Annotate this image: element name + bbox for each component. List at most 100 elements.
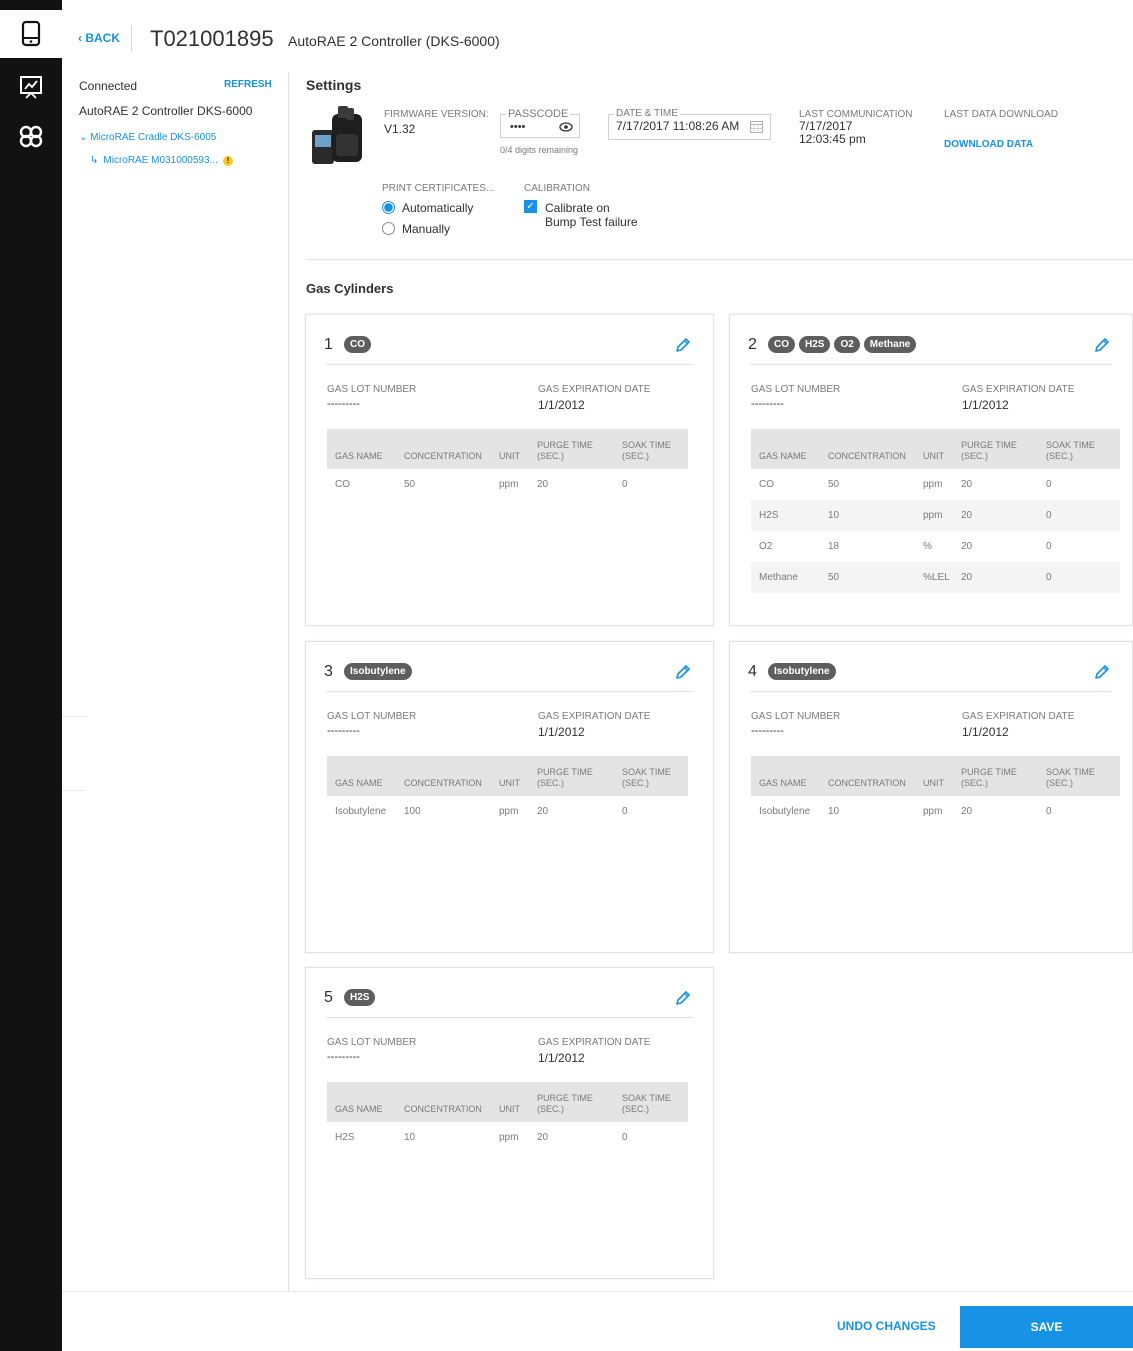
edit-pencil-icon[interactable]: [1094, 337, 1110, 353]
gas-expiration-label: GAS EXPIRATION DATE: [962, 711, 1075, 722]
col-purge-time: PURGE TIME (SEC.): [529, 429, 614, 469]
table-cell: Isobutylene: [335, 806, 387, 817]
table-header-row: GAS NAME CONCENTRATION UNIT PURGE TIME (SEC.…: [327, 429, 688, 469]
eye-icon[interactable]: [559, 122, 573, 132]
datetime-input[interactable]: 7/17/2017 11:08:26 AM: [616, 119, 739, 133]
table-row: H2S 10 ppm 20 0: [327, 1122, 688, 1153]
back-button[interactable]: ‹ BACK: [78, 31, 120, 45]
gas-lot-label: GAS LOT NUMBER: [751, 384, 841, 395]
gas-table: GAS NAME CONCENTRATION UNIT PURGE TIME (SEC.…: [327, 1082, 688, 1153]
calibrate-checkbox[interactable]: ✓: [524, 200, 537, 213]
table-cell: ppm: [923, 806, 943, 817]
tree-item-cradle[interactable]: ⌄ MicroRAE Cradle DKS-6005: [79, 132, 216, 143]
col-soak-time-line1: SOAK TIME: [622, 440, 671, 450]
header-divider: [131, 26, 132, 52]
table-cell: 0: [1038, 500, 1120, 531]
col-soak-time: SOAK TIME (SEC.): [1038, 429, 1120, 469]
checkmark-icon: ✓: [526, 201, 535, 212]
warning-icon: !: [222, 155, 233, 166]
table-header-row: GAS NAME CONCENTRATION UNIT PURGE TIME (SEC.…: [327, 1082, 688, 1122]
gas-lot-label: GAS LOT NUMBER: [327, 384, 417, 395]
radio-automatically[interactable]: [382, 201, 395, 214]
gas-table: GAS NAME CONCENTRATION UNIT PURGE TIME (SEC.…: [327, 429, 688, 500]
col-purge-time-line2: (SEC.): [537, 1104, 564, 1114]
nav-reports-button[interactable]: [0, 63, 62, 111]
col-purge-time-line1: PURGE TIME: [537, 1093, 593, 1103]
cylinder-number: 4: [748, 663, 757, 680]
col-soak-time-line1: SOAK TIME: [1046, 440, 1095, 450]
save-button[interactable]: SAVE: [960, 1306, 1133, 1348]
firmware-label: FIRMWARE VERSION:: [384, 109, 489, 120]
nav-groups-button[interactable]: [0, 112, 62, 160]
table-row: Isobutylene 10 ppm 20 0: [751, 796, 1120, 827]
col-purge-time: PURGE TIME (SEC.): [529, 756, 614, 796]
edit-pencil-icon[interactable]: [1094, 664, 1110, 680]
gas-lot-value: ---------: [327, 725, 360, 737]
col-purge-time-line2: (SEC.): [961, 778, 988, 788]
gas-cylinder-card: 5 H2S GAS LOT NUMBER --------- GAS EXPIRATIO…: [305, 967, 714, 1279]
table-cell: ppm: [499, 1132, 519, 1143]
col-soak-time-line2: (SEC.): [1046, 451, 1073, 461]
col-purge-time: PURGE TIME (SEC.): [529, 1082, 614, 1122]
gas-table: GAS NAME CONCENTRATION UNIT PURGE TIME (SEC.…: [327, 756, 688, 827]
table-cell: 0: [1046, 806, 1052, 817]
device-serial: T021001895: [150, 26, 274, 51]
gas-chip-list: H2S: [344, 989, 376, 1006]
table-cell: H2S: [751, 500, 820, 531]
gas-expiration-value: 1/1/2012: [962, 725, 1009, 739]
table-row: CO 50 ppm 20 0: [327, 469, 688, 500]
gas-lot-value: ---------: [327, 1051, 360, 1063]
col-unit: UNIT: [491, 429, 529, 469]
calendar-icon[interactable]: [750, 120, 763, 133]
col-unit: UNIT: [491, 1082, 529, 1122]
table-cell: O2: [759, 541, 773, 552]
undo-changes-button[interactable]: UNDO CHANGES: [837, 1319, 936, 1333]
presentation-chart-icon: [20, 76, 42, 99]
col-soak-time-line1: SOAK TIME: [622, 767, 671, 777]
gas-expiration-value: 1/1/2012: [538, 725, 585, 739]
edit-pencil-icon[interactable]: [675, 337, 691, 353]
nav-device-button[interactable]: [0, 10, 62, 58]
gas-table: GAS NAME CONCENTRATION UNIT PURGE TIME (SEC.…: [751, 429, 1120, 593]
table-cell: Methane: [751, 562, 820, 593]
edit-pencil-icon[interactable]: [675, 990, 691, 1006]
refresh-button[interactable]: REFRESH: [224, 79, 272, 90]
header-bar: ‹ BACK T021001895 AutoRAE 2 Controller (…: [62, 0, 1133, 72]
gas-chip-list: Isobutylene: [768, 663, 836, 680]
table-cell: 50: [820, 562, 915, 593]
gas-cylinder-card: 1 CO GAS LOT NUMBER --------- GAS EXPIRATION…: [305, 314, 714, 626]
card-divider: [326, 364, 693, 365]
divider: [62, 716, 86, 717]
col-concentration: CONCENTRATION: [396, 1082, 491, 1122]
col-concentration: CONCENTRATION: [820, 756, 915, 796]
tree-item-instrument[interactable]: ↳ MicroRAE M031000593... !: [90, 155, 233, 166]
calibrate-label-line2: Bump Test failure: [545, 215, 638, 229]
gas-lot-value: ---------: [327, 398, 360, 410]
gas-chip-list: CO: [344, 336, 371, 353]
device-image: [312, 106, 362, 164]
gas-lot-value: ---------: [751, 398, 784, 410]
table-cell: %: [923, 541, 932, 552]
last-download-label: LAST DATA DOWNLOAD: [944, 109, 1058, 120]
passcode-input[interactable]: ••••: [510, 121, 525, 133]
radio-manually[interactable]: [382, 222, 395, 235]
table-cell: H2S: [335, 1132, 355, 1143]
gas-expiration-value: 1/1/2012: [962, 398, 1009, 412]
device-name: AutoRAE 2 Controller (DKS-6000): [288, 33, 500, 49]
gas-lot-label: GAS LOT NUMBER: [751, 711, 841, 722]
col-soak-time: SOAK TIME (SEC.): [614, 429, 688, 469]
col-unit: UNIT: [915, 429, 953, 469]
table-header-row: GAS NAME CONCENTRATION UNIT PURGE TIME (SEC.…: [751, 756, 1120, 796]
download-data-link[interactable]: DOWNLOAD DATA: [944, 139, 1033, 150]
gas-chip: CO: [344, 336, 371, 353]
edit-pencil-icon[interactable]: [675, 664, 691, 680]
gas-cylinder-card: 4 Isobutylene GAS LOT NUMBER --------- GAS E…: [729, 641, 1133, 953]
last-communication-date: 7/17/2017: [799, 119, 853, 133]
table-cell: 18: [828, 541, 840, 552]
gas-chip: H2S: [344, 989, 376, 1006]
card-divider: [326, 691, 693, 692]
table-cell: 20: [953, 500, 1038, 531]
table-cell: 0: [1046, 479, 1052, 490]
gas-chip: Isobutylene: [768, 663, 836, 680]
tree-item-controller[interactable]: AutoRAE 2 Controller DKS-6000: [79, 104, 252, 118]
